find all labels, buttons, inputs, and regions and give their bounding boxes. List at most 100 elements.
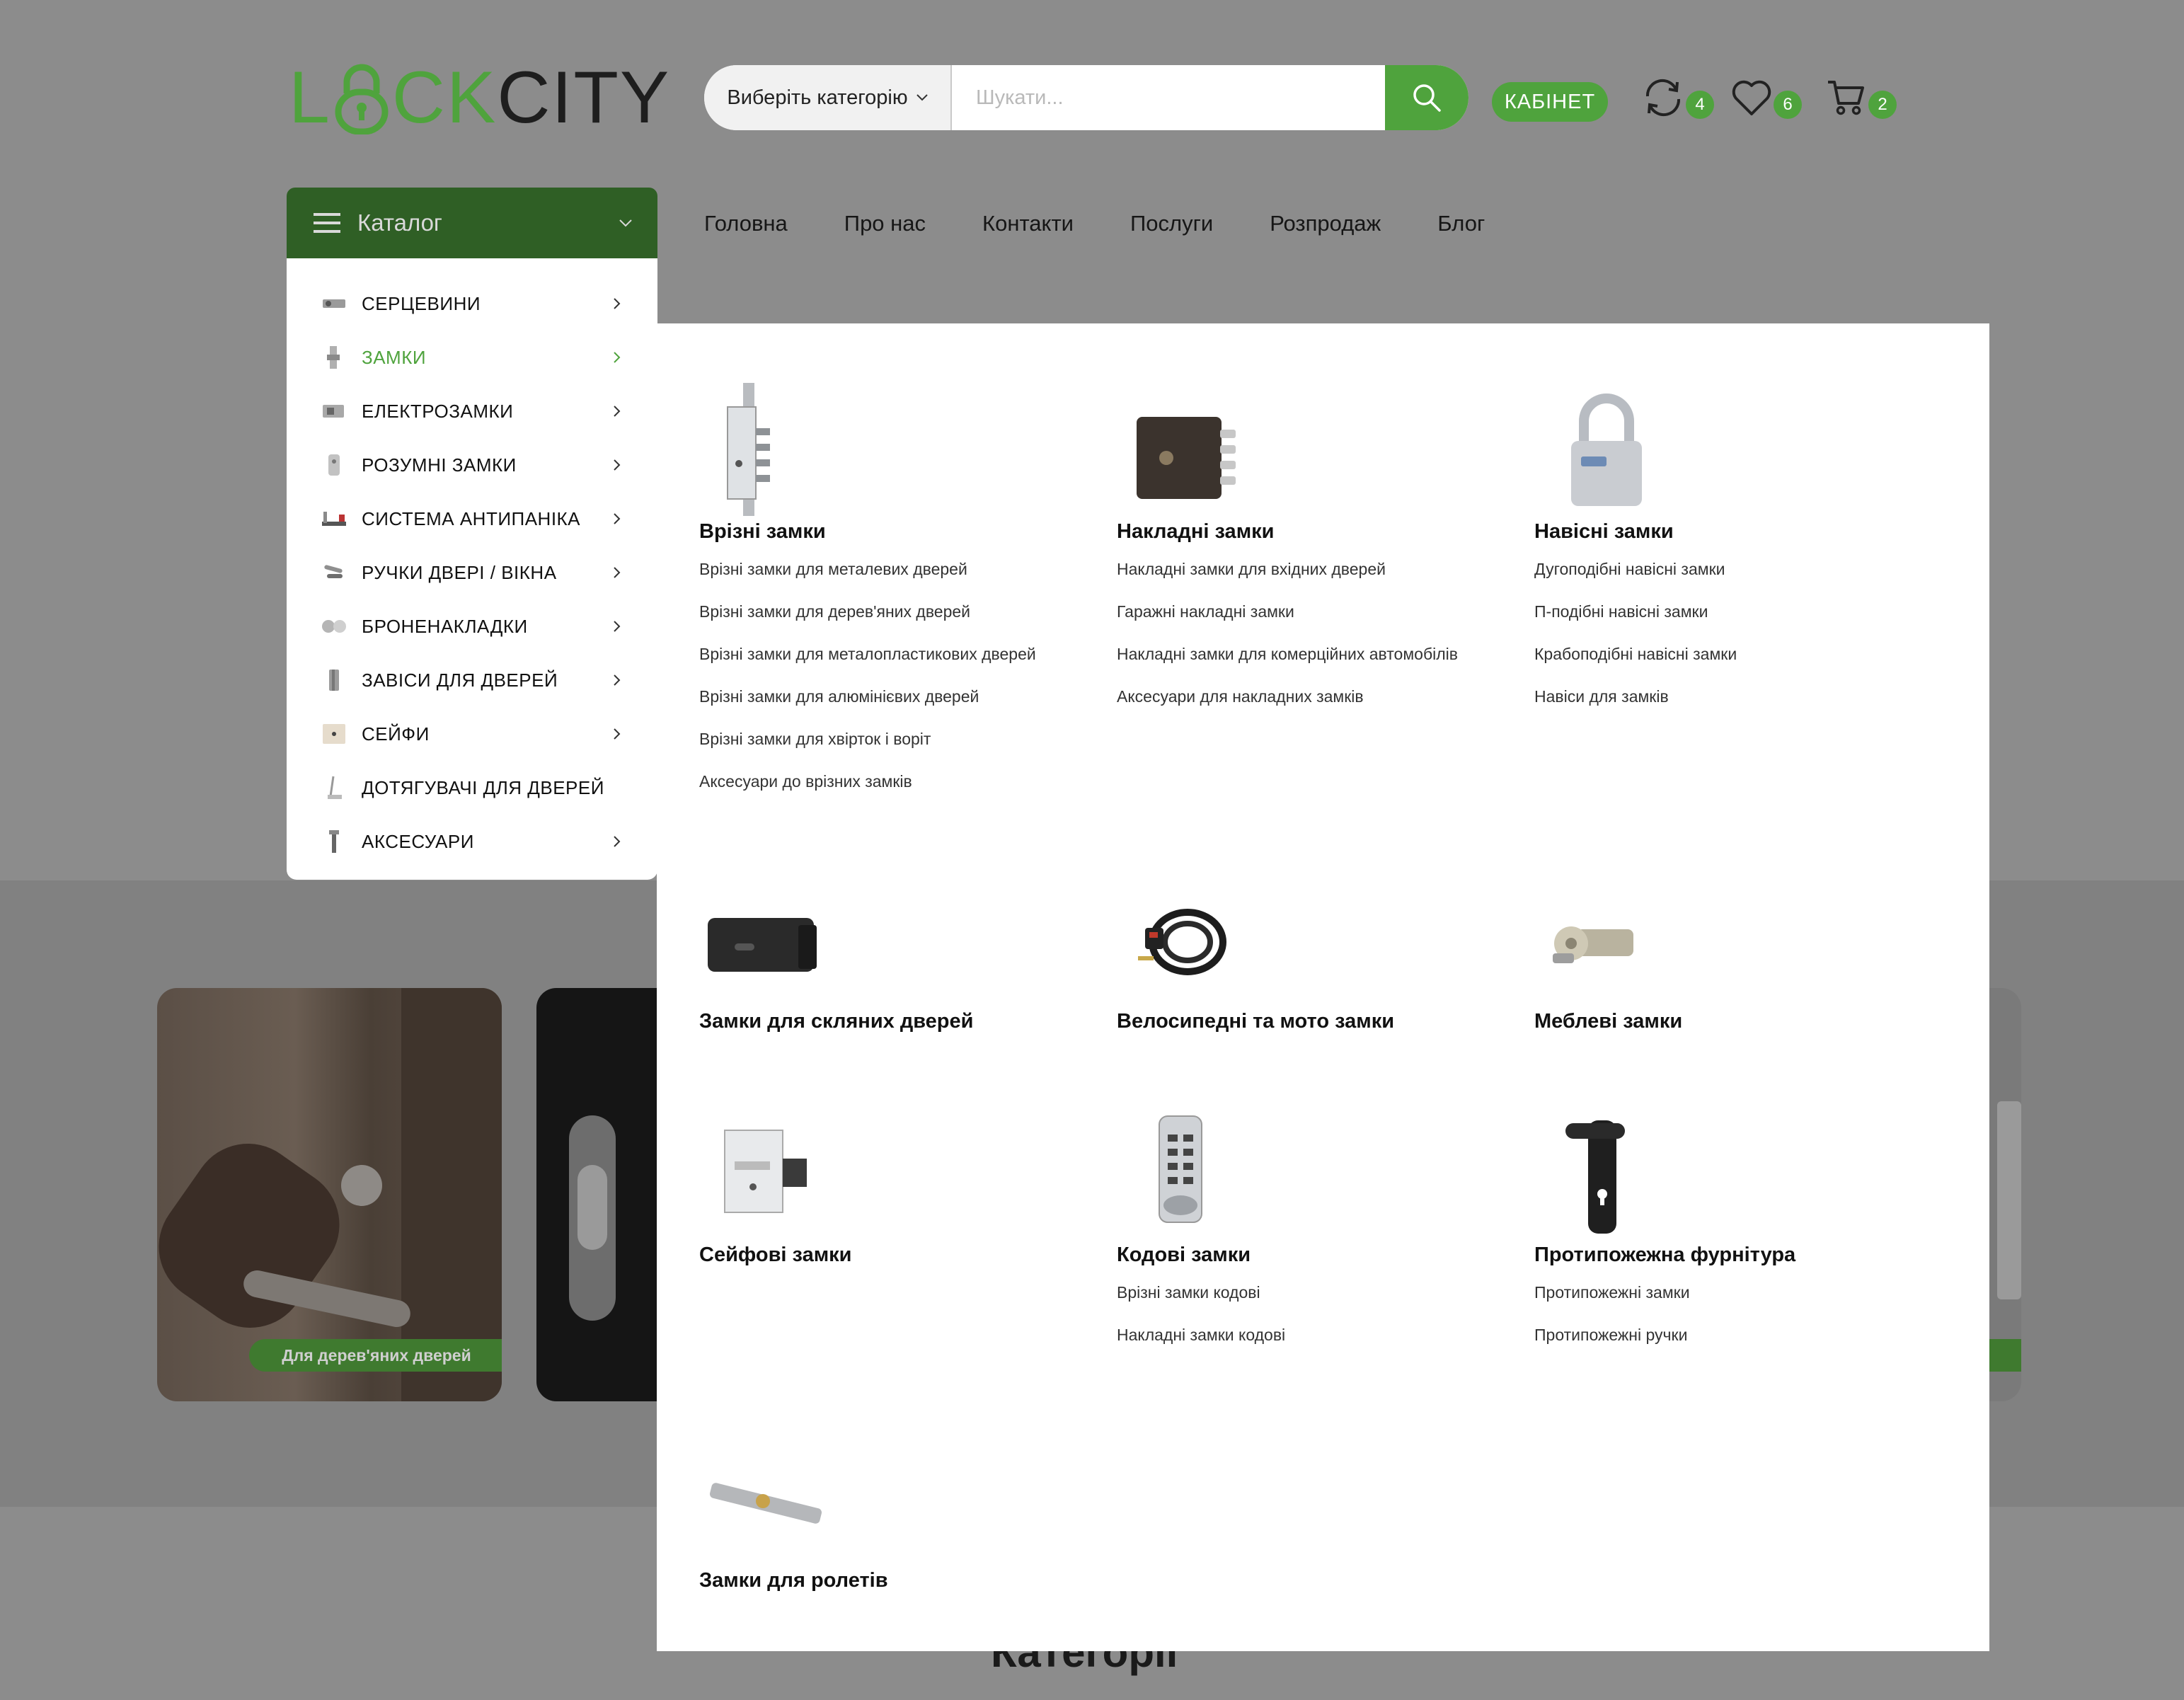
armor-plate-icon xyxy=(321,613,347,640)
sidebar-item-door-closers[interactable]: ДОТЯГУВАЧІ ДЛЯ ДВЕРЕЙ xyxy=(287,761,657,815)
card-image-bar xyxy=(1997,1101,2021,1299)
main-nav: Головна Про нас Контакти Послуги Розпрод… xyxy=(704,207,1541,241)
category-title[interactable]: Меблеві замки xyxy=(1534,1010,1690,1033)
panic-bar-icon xyxy=(321,505,347,532)
sidebar-item-armor-plates[interactable]: БРОНЕНАКЛАДКИ xyxy=(287,599,657,653)
subcategory-link[interactable]: Протипожежні ручки xyxy=(1534,1314,1795,1356)
nav-item-home[interactable]: Головна xyxy=(704,207,788,241)
door-handle-icon xyxy=(321,559,347,586)
subcategory-link[interactable]: Врізні замки для металевих дверей xyxy=(699,548,1036,590)
subcategory-link[interactable]: П-подібні навісні замки xyxy=(1534,590,1737,633)
category-safe-locks[interactable]: Сейфові замки xyxy=(699,1102,855,1267)
nav-item-contacts[interactable]: Контакти xyxy=(982,207,1074,241)
sidebar-item-label: АКСЕСУАРИ xyxy=(362,830,474,852)
category-title[interactable]: Замки для скляних дверей xyxy=(699,1010,973,1033)
safe-lock-image xyxy=(699,1102,855,1244)
wishlist-button[interactable]: 6 xyxy=(1731,76,1802,119)
search-icon xyxy=(1413,84,1441,112)
sidebar-item-smart-locks[interactable]: РОЗУМНІ ЗАМКИ xyxy=(287,438,657,492)
catalog-button[interactable]: Каталог xyxy=(287,188,657,258)
category-fire-hardware[interactable]: Протипожежна фурнітура Протипожежні замк… xyxy=(1534,1102,1795,1356)
furniture-lock-image xyxy=(1534,868,1690,1010)
category-code-locks[interactable]: Кодові замки Врізні замки кодові Накладн… xyxy=(1117,1102,1285,1356)
cylinder-icon xyxy=(321,290,347,317)
chevron-right-icon xyxy=(614,567,621,578)
nav-item-sale[interactable]: Розпродаж xyxy=(1270,207,1381,241)
category-title[interactable]: Велосипедні та мото замки xyxy=(1117,1010,1394,1033)
category-shutter-locks[interactable]: Замки для ролетів xyxy=(699,1428,888,1592)
subcategory-link[interactable]: Аксесуари для накладних замків xyxy=(1117,675,1458,718)
subcategory-link[interactable]: Крабоподібні навісні замки xyxy=(1534,633,1737,675)
sidebar-item-label: ЕЛЕКТРОЗАМКИ xyxy=(362,400,514,422)
category-mortise-locks[interactable]: Врізні замки Врізні замки для металевих … xyxy=(699,379,1036,803)
sidebar-item-safes[interactable]: СЕЙФИ xyxy=(287,707,657,761)
smart-lock-icon xyxy=(321,452,347,478)
chevron-right-icon xyxy=(614,728,621,740)
cabinet-button[interactable]: КАБІНЕТ xyxy=(1492,82,1608,122)
card-image-arm xyxy=(157,1121,362,1350)
nav-item-services[interactable]: Послуги xyxy=(1130,207,1213,241)
subcategory-link[interactable]: Врізні замки для алюмінієвих дверей xyxy=(699,675,1036,718)
subcategory-link[interactable]: Протипожежні замки xyxy=(1534,1271,1795,1314)
category-rim-locks[interactable]: Накладні замки Накладні замки для вхідни… xyxy=(1117,379,1458,718)
card-tag: Для дерев'яних дверей xyxy=(249,1339,502,1372)
category-select[interactable]: Виберіть категорію xyxy=(704,65,952,130)
search-input[interactable] xyxy=(952,65,1385,130)
subcategory-link[interactable]: Врізні замки для дерев'яних дверей xyxy=(699,590,1036,633)
chevron-right-icon xyxy=(614,459,621,471)
shutter-lock-image xyxy=(699,1428,855,1569)
logo-lock-text: L CK xyxy=(289,57,498,139)
sidebar-item-antipanic[interactable]: СИСТЕМА АНТИПАНІКА xyxy=(287,492,657,546)
subcategory-link[interactable]: Дугоподібні навісні замки xyxy=(1534,548,1737,590)
compare-button[interactable]: 4 xyxy=(1642,76,1714,119)
subcategory-link[interactable]: Навіси для замків xyxy=(1534,675,1737,718)
category-glass-door-locks[interactable]: Замки для скляних дверей xyxy=(699,868,973,1033)
cart-button[interactable]: 2 xyxy=(1826,76,1897,119)
subcategory-link[interactable]: Врізні замки для хвірток і воріт xyxy=(699,718,1036,760)
category-title[interactable]: Накладні замки xyxy=(1117,520,1458,544)
cart-icon xyxy=(1828,81,1864,115)
promo-card-wooden-doors[interactable]: Для дерев'яних дверей xyxy=(157,988,502,1401)
compare-count-badge: 4 xyxy=(1686,91,1714,119)
padlock-icon xyxy=(335,64,389,134)
glass-door-lock-image xyxy=(699,868,855,1010)
category-bike-locks[interactable]: Велосипедні та мото замки xyxy=(1117,868,1394,1033)
category-title[interactable]: Кодові замки xyxy=(1117,1244,1285,1267)
sidebar-item-cylinders[interactable]: СЕРЦЕВИНИ xyxy=(287,277,657,331)
nav-item-blog[interactable]: Блог xyxy=(1437,207,1485,241)
card-image-plate-inner xyxy=(577,1165,607,1250)
category-title[interactable]: Врізні замки xyxy=(699,520,1036,544)
sidebar-item-accessories[interactable]: АКСЕСУАРИ xyxy=(287,815,657,868)
subcategory-link[interactable]: Гаражні накладні замки xyxy=(1117,590,1458,633)
sidebar-item-locks[interactable]: ЗАМКИ xyxy=(287,331,657,384)
sidebar-item-electric-locks[interactable]: ЕЛЕКТРОЗАМКИ xyxy=(287,384,657,438)
category-padlocks[interactable]: Навісні замки Дугоподібні навісні замки … xyxy=(1534,379,1737,718)
wishlist-count-badge: 6 xyxy=(1774,91,1802,119)
subcategory-link[interactable]: Накладні замки кодові xyxy=(1117,1314,1285,1356)
search-button[interactable] xyxy=(1385,65,1469,130)
sidebar-item-hinges[interactable]: ЗАВІСИ ДЛЯ ДВЕРЕЙ xyxy=(287,653,657,707)
chevron-right-icon xyxy=(614,352,621,363)
subcategory-link[interactable]: Врізні замки кодові xyxy=(1117,1271,1285,1314)
site-logo[interactable]: L CK CITY xyxy=(289,55,670,140)
subcategory-link[interactable]: Аксесуари до врізних замків xyxy=(699,760,1036,803)
sidebar-item-handles[interactable]: РУЧКИ ДВЕРІ / ВІКНА xyxy=(287,546,657,599)
catalog-label: Каталог xyxy=(357,209,442,236)
code-lock-image xyxy=(1117,1102,1272,1244)
category-title[interactable]: Сейфові замки xyxy=(699,1244,855,1267)
category-title[interactable]: Протипожежна фурнітура xyxy=(1534,1244,1795,1267)
nav-item-about[interactable]: Про нас xyxy=(844,207,926,241)
chevron-right-icon xyxy=(614,674,621,686)
subcategory-link[interactable]: Накладні замки для комерційних автомобіл… xyxy=(1117,633,1458,675)
subcategory-link[interactable]: Врізні замки для металопластикових двере… xyxy=(699,633,1036,675)
subcategory-link[interactable]: Накладні замки для вхідних дверей xyxy=(1117,548,1458,590)
sidebar-item-label: РОЗУМНІ ЗАМКИ xyxy=(362,454,517,476)
category-title[interactable]: Замки для ролетів xyxy=(699,1569,888,1592)
category-furniture-locks[interactable]: Меблеві замки xyxy=(1534,868,1690,1033)
sidebar-item-label: ЗАВІСИ ДЛЯ ДВЕРЕЙ xyxy=(362,669,558,691)
hamburger-icon xyxy=(314,213,340,233)
category-title[interactable]: Навісні замки xyxy=(1534,520,1737,544)
mortise-lock-icon xyxy=(321,344,347,371)
chevron-right-icon xyxy=(614,836,621,847)
sidebar-item-label: СЕРЦЕВИНИ xyxy=(362,292,481,314)
